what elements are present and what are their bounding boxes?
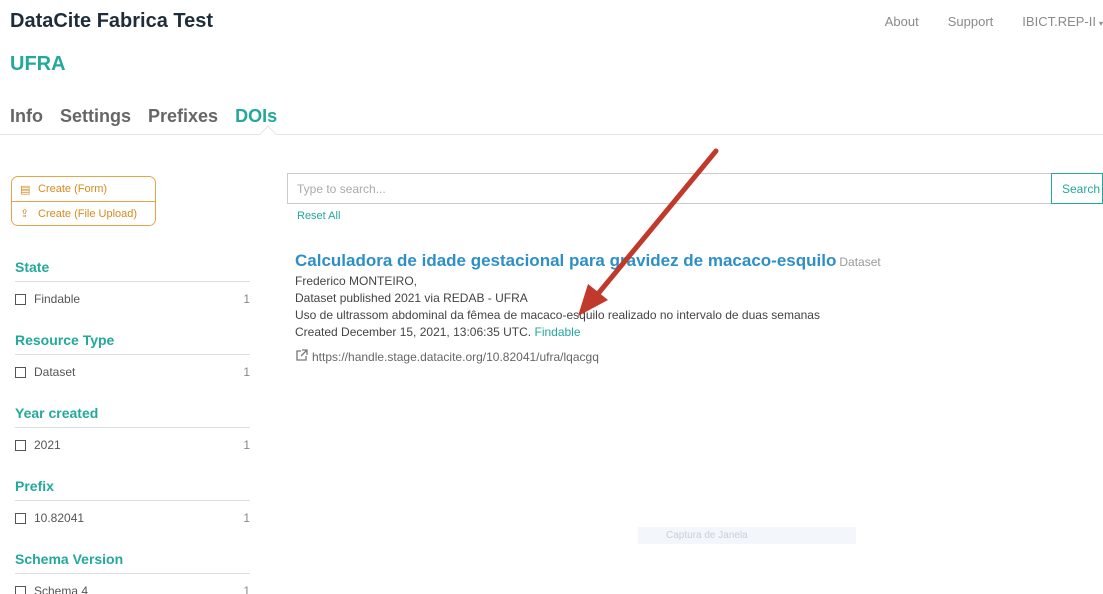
app-brand[interactable]: DataCite Fabrica Test: [10, 10, 213, 33]
facet-option-label: Findable: [34, 292, 81, 306]
facet-title: Schema Version: [15, 551, 250, 574]
facet-title: State: [15, 259, 250, 282]
checkbox[interactable]: [15, 585, 26, 594]
facet-year: Year created 2021 1: [15, 405, 250, 452]
facet-option-prefix[interactable]: 10.82041 1: [15, 511, 250, 525]
result-url: https://handle.stage.datacite.org/10.820…: [312, 350, 599, 364]
top-nav: About Support IBICT.REP-II ▾: [856, 14, 1103, 29]
search-bar: Search: [287, 173, 1103, 204]
create-upload-label: Create (File Upload): [38, 207, 138, 220]
facet-option-schema-4[interactable]: Schema 4 1: [15, 584, 250, 594]
form-icon: ▤: [20, 183, 31, 196]
facet-option-label: Schema 4: [34, 584, 89, 594]
facet-prefix: Prefix 10.82041 1: [15, 478, 250, 525]
facet-resource-type: Resource Type Dataset 1: [15, 332, 250, 379]
facet-title: Year created: [15, 405, 250, 428]
facet-count: 1: [243, 511, 250, 525]
nav-user-menu[interactable]: IBICT.REP-II ▾: [1022, 14, 1103, 29]
checkbox[interactable]: [15, 293, 26, 305]
facet-option-label: 2021: [34, 438, 61, 452]
org-title: UFRA: [10, 53, 66, 75]
search-input[interactable]: [287, 173, 1051, 204]
checkbox[interactable]: [15, 366, 26, 378]
result-description: Uso de ultrassom abdominal da fêmea de m…: [295, 308, 820, 322]
facet-state: State Findable 1: [15, 259, 250, 306]
result-creator: Frederico MONTEIRO,: [295, 274, 418, 288]
nav-support[interactable]: Support: [948, 14, 994, 29]
facet-option-dataset[interactable]: Dataset 1: [15, 365, 250, 379]
facet-title: Prefix: [15, 478, 250, 501]
facet-option-2021[interactable]: 2021 1: [15, 438, 250, 452]
facet-title: Resource Type: [15, 332, 250, 355]
nav-user-label: IBICT.REP-II: [1022, 14, 1096, 29]
result-title-link[interactable]: Calculadora de idade gestacional para gr…: [295, 251, 836, 270]
create-form-button[interactable]: ▤ Create (Form): [12, 177, 155, 201]
checkbox[interactable]: [15, 439, 26, 451]
tab-prefixes[interactable]: Prefixes: [148, 106, 218, 127]
facet-option-label: 10.82041: [34, 511, 85, 525]
create-button-group: ▤ Create (Form) ⇪ Create (File Upload): [11, 176, 156, 226]
checkbox[interactable]: [15, 512, 26, 524]
facet-option-findable[interactable]: Findable 1: [15, 292, 250, 306]
search-button[interactable]: Search: [1051, 173, 1103, 204]
window-capture-tooltip: Captura de Janela: [638, 527, 856, 544]
tab-bar: Info Settings Prefixes DOIs: [10, 106, 294, 127]
reset-all-link[interactable]: Reset All: [297, 210, 340, 222]
result-title-row: Calculadora de idade gestacional para gr…: [295, 251, 1055, 271]
result-url-row[interactable]: https://handle.stage.datacite.org/10.820…: [295, 349, 1055, 365]
tab-settings[interactable]: Settings: [60, 106, 131, 127]
doi-result: Calculadora de idade gestacional para gr…: [295, 251, 1055, 365]
tab-info[interactable]: Info: [10, 106, 43, 127]
active-tab-indicator: [259, 125, 277, 143]
create-form-label: Create (Form): [38, 183, 108, 195]
facet-count: 1: [243, 584, 250, 594]
facet-count: 1: [243, 292, 250, 306]
result-created-row: Created December 15, 2021, 13:06:35 UTC.…: [295, 325, 1055, 339]
result-type: Dataset: [839, 255, 881, 269]
result-state-link[interactable]: Findable: [534, 325, 580, 339]
result-created: Created December 15, 2021, 13:06:35 UTC.: [295, 325, 532, 339]
chevron-down-icon: ▾: [1098, 19, 1103, 28]
external-link-icon: [295, 349, 308, 365]
facet-count: 1: [243, 365, 250, 379]
tab-divider: [0, 134, 1103, 135]
result-published: Dataset published 2021 via REDAB - UFRA: [295, 291, 528, 305]
create-upload-button[interactable]: ⇪ Create (File Upload): [12, 201, 155, 225]
facet-count: 1: [243, 438, 250, 452]
upload-icon: ⇪: [20, 208, 30, 220]
facet-schema-version: Schema Version Schema 4 1: [15, 551, 250, 594]
nav-about[interactable]: About: [885, 14, 919, 29]
tab-dois[interactable]: DOIs: [235, 106, 277, 127]
facet-option-label: Dataset: [34, 365, 76, 379]
